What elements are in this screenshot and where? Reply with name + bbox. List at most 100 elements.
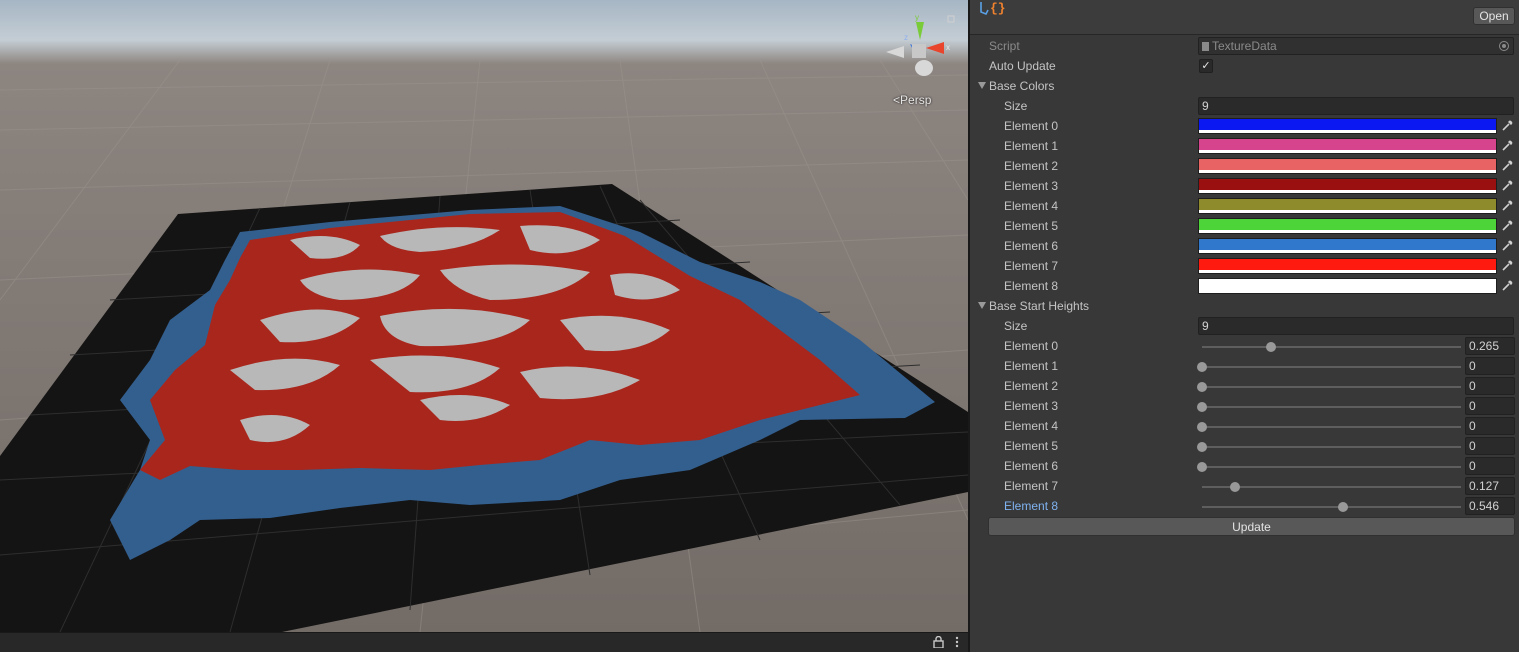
height-slider-track[interactable] xyxy=(1202,426,1461,428)
height-slider-track[interactable] xyxy=(1202,446,1461,448)
orientation-gizmo[interactable]: y x z xyxy=(880,14,960,94)
auto-update-checkbox[interactable]: ✓ xyxy=(1199,59,1213,73)
open-button[interactable]: Open xyxy=(1473,7,1515,25)
height-slider-thumb[interactable] xyxy=(1265,342,1276,352)
script-braces-icon: {} xyxy=(980,1,1006,16)
height-slider-thumb[interactable] xyxy=(1197,382,1207,392)
base-start-heights-size-input[interactable]: 9 xyxy=(1198,317,1514,335)
height-slider-track[interactable] xyxy=(1202,386,1461,388)
foldout-arrow-icon[interactable] xyxy=(978,302,986,309)
color-swatch[interactable] xyxy=(1198,158,1497,174)
color-swatch[interactable] xyxy=(1198,198,1497,214)
height-element-row: Element 4 0 xyxy=(970,416,1519,436)
projection-toggle[interactable]: <Persp xyxy=(893,93,931,107)
script-file-icon xyxy=(1202,42,1209,51)
color-element-row: Element 7 xyxy=(970,256,1519,276)
eyedropper-icon[interactable] xyxy=(1499,238,1515,254)
color-element-label: Element 4 xyxy=(1004,199,1059,213)
object-picker-icon[interactable] xyxy=(1499,41,1509,51)
color-swatch-fill xyxy=(1199,139,1496,150)
color-swatch-fill xyxy=(1199,239,1496,250)
height-element-label: Element 0 xyxy=(1004,339,1059,353)
height-element-label: Element 7 xyxy=(1004,479,1059,493)
terrain-viewport[interactable] xyxy=(0,0,968,632)
color-element-label: Element 7 xyxy=(1004,259,1059,273)
eyedropper-icon[interactable] xyxy=(1499,218,1515,234)
height-slider-track[interactable] xyxy=(1202,506,1461,508)
color-swatch[interactable] xyxy=(1198,138,1497,154)
height-element-row: Element 0 0.265 xyxy=(970,336,1519,356)
eyedropper-icon[interactable] xyxy=(1499,198,1515,214)
color-swatch[interactable] xyxy=(1198,278,1497,294)
gizmo-neg-x-axis[interactable] xyxy=(886,46,904,58)
height-element-label: Element 1 xyxy=(1004,359,1059,373)
height-value-input[interactable]: 0.265 xyxy=(1465,337,1515,355)
height-slider-track[interactable] xyxy=(1202,486,1461,488)
base-start-heights-label: Base Start Heights xyxy=(989,299,1090,313)
gizmo-lock-icon[interactable] xyxy=(947,15,955,23)
size-label: Size xyxy=(1004,319,1028,333)
color-swatch[interactable] xyxy=(1198,118,1497,134)
height-value-input[interactable]: 0 xyxy=(1465,377,1515,395)
kebab-menu-icon[interactable] xyxy=(954,636,960,648)
alpha-bar xyxy=(1199,210,1496,213)
color-swatch-fill xyxy=(1199,199,1496,210)
color-swatch[interactable] xyxy=(1198,178,1497,194)
height-slider-track[interactable] xyxy=(1202,346,1461,348)
gizmo-y-axis[interactable] xyxy=(916,22,924,40)
scene-view[interactable]: y x z <Persp xyxy=(0,0,968,632)
height-slider-thumb[interactable] xyxy=(1197,442,1207,452)
color-element-label: Element 6 xyxy=(1004,239,1059,253)
gizmo-z-label: z xyxy=(904,33,908,42)
gizmo-center-cube[interactable] xyxy=(912,44,926,58)
lock-icon[interactable] xyxy=(933,636,944,648)
alpha-bar xyxy=(1199,290,1496,293)
eyedropper-icon[interactable] xyxy=(1499,278,1515,294)
height-slider-thumb[interactable] xyxy=(1197,402,1207,412)
height-value-input[interactable]: 0 xyxy=(1465,437,1515,455)
base-start-heights-foldout[interactable]: Base Start Heights xyxy=(970,296,1519,316)
height-value-input[interactable]: 0 xyxy=(1465,357,1515,375)
height-element-row: Element 1 0 xyxy=(970,356,1519,376)
base-colors-foldout[interactable]: Base Colors xyxy=(970,76,1519,96)
height-element-row: Element 3 0 xyxy=(970,396,1519,416)
gizmo-x-axis[interactable] xyxy=(926,42,944,54)
base-colors-size-input[interactable]: 9 xyxy=(1198,97,1514,115)
eyedropper-icon[interactable] xyxy=(1499,138,1515,154)
svg-text:{}: {} xyxy=(990,1,1006,16)
height-slider-track[interactable] xyxy=(1202,366,1461,368)
gizmo-neg-y-axis[interactable] xyxy=(915,60,933,76)
height-element-label: Element 2 xyxy=(1004,379,1059,393)
height-slider-thumb[interactable] xyxy=(1229,482,1240,492)
color-element-row: Element 2 xyxy=(970,156,1519,176)
color-swatch-fill xyxy=(1199,179,1496,190)
color-element-row: Element 4 xyxy=(970,196,1519,216)
update-button[interactable]: Update xyxy=(988,517,1515,536)
script-object-field[interactable]: TextureData xyxy=(1198,37,1514,55)
eyedropper-icon[interactable] xyxy=(1499,258,1515,274)
height-value-input[interactable]: 0 xyxy=(1465,397,1515,415)
eyedropper-icon[interactable] xyxy=(1499,118,1515,134)
color-swatch[interactable] xyxy=(1198,258,1497,274)
inspector-header: {} Open xyxy=(970,0,1519,35)
height-value-input[interactable]: 0.546 xyxy=(1465,497,1515,515)
color-swatch-fill xyxy=(1199,159,1496,170)
foldout-arrow-icon[interactable] xyxy=(978,82,986,89)
color-swatch[interactable] xyxy=(1198,238,1497,254)
height-element-label: Element 4 xyxy=(1004,419,1059,433)
height-slider-thumb[interactable] xyxy=(1197,462,1207,472)
alpha-bar xyxy=(1199,170,1496,173)
eyedropper-icon[interactable] xyxy=(1499,178,1515,194)
color-element-label: Element 3 xyxy=(1004,179,1059,193)
height-slider-thumb[interactable] xyxy=(1197,362,1207,372)
height-value-input[interactable]: 0 xyxy=(1465,457,1515,475)
eyedropper-icon[interactable] xyxy=(1499,158,1515,174)
height-slider-track[interactable] xyxy=(1202,466,1461,468)
height-value-input[interactable]: 0.127 xyxy=(1465,477,1515,495)
height-slider-thumb[interactable] xyxy=(1338,502,1349,512)
height-slider-track[interactable] xyxy=(1202,406,1461,408)
height-element-row: Element 6 0 xyxy=(970,456,1519,476)
height-value-input[interactable]: 0 xyxy=(1465,417,1515,435)
color-swatch[interactable] xyxy=(1198,218,1497,234)
height-slider-thumb[interactable] xyxy=(1197,422,1207,432)
